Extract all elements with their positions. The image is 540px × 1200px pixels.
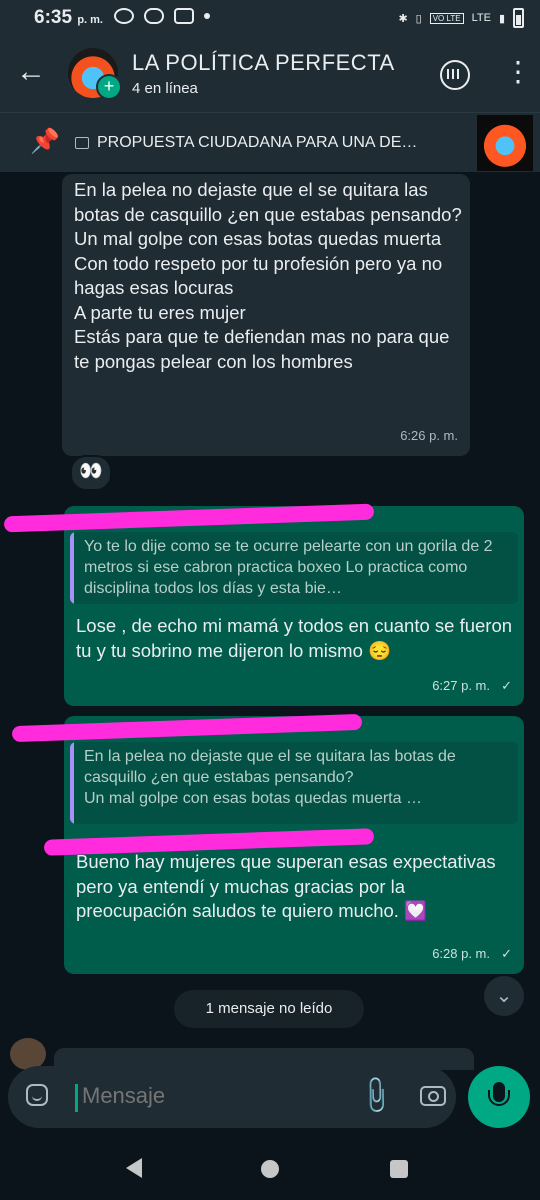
quoted-message[interactable]: En la pelea no dejaste que el se quitara… [70, 742, 518, 824]
vibrate-icon: ▯ [415, 12, 422, 25]
image-icon [75, 137, 89, 149]
message-text: Lose , de echo mi mamá y todos en cuanto… [76, 615, 513, 661]
chat-header: ← + LA POLÍTICA PERFECTA 4 en línea ⋮ [0, 36, 540, 112]
unread-messages-banner: 1 mensaje no leído [174, 990, 364, 1028]
pin-icon: 📌 [30, 128, 60, 155]
whatsapp-notification-icon [114, 8, 134, 24]
more-notifications-icon [204, 13, 210, 19]
chat-area[interactable]: En la pelea no dejaste que el se quitara… [0, 172, 540, 1070]
redacted-sender [11, 713, 363, 743]
mic-stand-shape [488, 1090, 510, 1106]
more-vert-icon[interactable]: ⋮ [504, 54, 532, 90]
emoji-icon[interactable] [26, 1084, 48, 1106]
sent-tick-icon: ✓ [501, 677, 512, 693]
online-status: 4 en línea [132, 80, 198, 97]
message-text: Bueno hay mujeres que superan esas expec… [76, 851, 496, 921]
app-notification-icon [144, 8, 164, 24]
add-icon: + [96, 74, 122, 100]
message-input[interactable] [80, 1082, 372, 1110]
volte-icon: VO LTE [429, 12, 464, 24]
nav-back-icon[interactable] [126, 1158, 142, 1178]
pinned-thumbnail[interactable] [477, 115, 533, 171]
battery-icon [513, 8, 524, 28]
quoted-message[interactable]: Yo te lo dije como se te ocurre pelearte… [70, 532, 518, 604]
redacted-sender [3, 503, 375, 533]
message-bubble-outgoing[interactable]: Yo te lo dije como se te ocurre pelearte… [3, 503, 524, 706]
nav-home-icon[interactable] [261, 1160, 279, 1178]
sent-tick-icon: ✓ [501, 945, 512, 961]
system-nav-bar [0, 1140, 540, 1200]
status-time: 6:35 p. m. [34, 7, 103, 28]
pinned-message-bar[interactable]: 📌 PROPUESTA CIUDADANA PARA UNA DE… [0, 112, 540, 173]
message-bubble-incoming[interactable]: En la pelea no dejaste que el se quitara… [62, 174, 470, 456]
text-caret [75, 1084, 78, 1112]
attach-icon[interactable]: 📎 [354, 1073, 398, 1118]
message-time: 6:26 p. m. [400, 427, 458, 443]
message-text: En la pelea no dejaste que el se quitara… [74, 179, 462, 372]
message-time: 6:27 p. m. [432, 677, 490, 693]
quoted-text: En la pelea no dejaste que el se quitara… [84, 748, 456, 807]
youtube-icon [174, 8, 194, 24]
message-bubble-outgoing[interactable]: En la pelea no dejaste que el se quitara… [11, 713, 524, 974]
mic-button[interactable] [468, 1066, 530, 1128]
camera-icon[interactable] [420, 1086, 446, 1106]
status-system-icons: ✱ ▯ VO LTE LTE ▮ [398, 8, 524, 28]
pinned-message-text: PROPUESTA CIUDADANA PARA UNA DE… [97, 134, 418, 151]
bluetooth-icon: ✱ [398, 12, 408, 25]
signal-icon: ▮ [498, 12, 505, 25]
message-time: 6:28 p. m. [432, 945, 490, 961]
message-reaction[interactable]: 👀 [70, 455, 112, 491]
status-bar: 6:35 p. m. ✱ ▯ VO LTE LTE ▮ [0, 0, 540, 36]
group-avatar[interactable]: + [68, 48, 122, 100]
back-arrow-icon[interactable]: ← [16, 54, 46, 90]
message-composer: 📎 [8, 1066, 456, 1128]
quoted-text: Yo te lo dije como se te ocurre pelearte… [84, 538, 493, 597]
nav-recents-icon[interactable] [390, 1160, 408, 1178]
voice-chat-icon[interactable] [440, 60, 470, 90]
status-notification-icons [114, 8, 210, 24]
chevron-down-icon[interactable]: ⌄ [484, 976, 524, 1016]
chat-title[interactable]: LA POLÍTICA PERFECTA [132, 50, 395, 76]
network-label: LTE [471, 12, 491, 24]
